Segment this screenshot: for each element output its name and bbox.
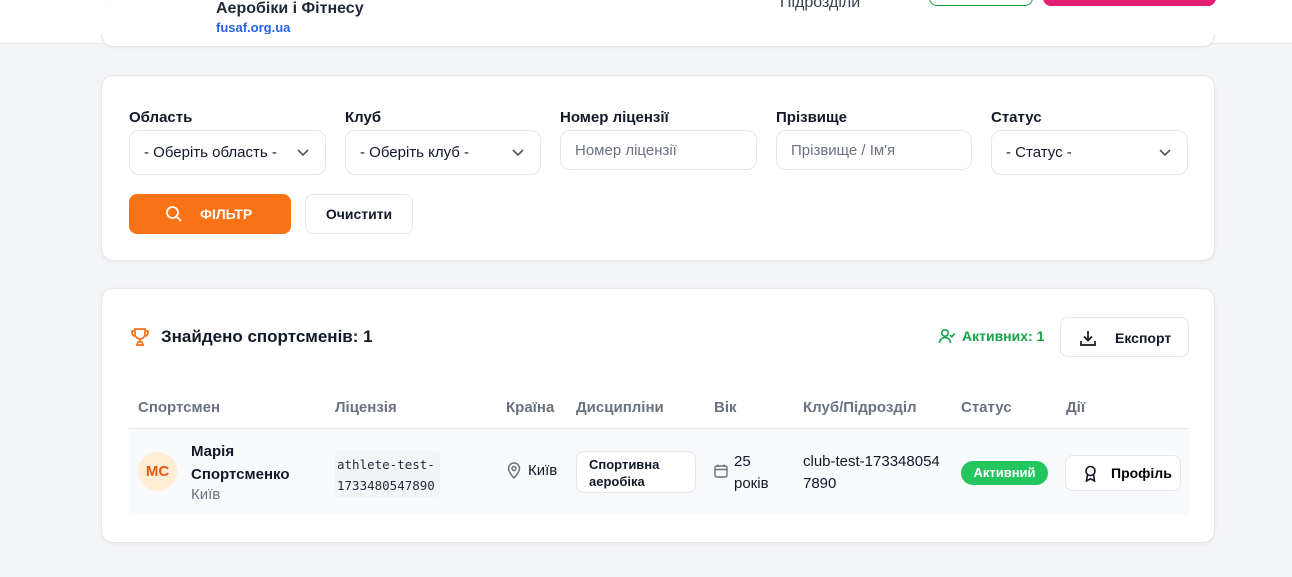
club-value: club-test-1733480547890 <box>803 453 940 492</box>
search-icon <box>166 206 182 222</box>
status-label: Статус <box>991 109 1042 126</box>
license-input[interactable] <box>560 130 757 170</box>
athlete-city: Київ <box>191 486 221 503</box>
status-select[interactable]: - Статус - <box>991 130 1188 175</box>
country-value: Київ <box>528 462 558 479</box>
profile-button-label: Профіль <box>1111 465 1172 481</box>
club-select[interactable]: - Оберіть клуб - <box>345 130 541 175</box>
column-header-club: Клуб/Підрозділ <box>803 399 917 416</box>
chevron-down-icon <box>512 149 524 157</box>
club-label: Клуб <box>345 109 382 126</box>
download-icon <box>1080 331 1096 346</box>
org-url[interactable]: fusaf.org.ua <box>216 20 290 35</box>
table-row: МС Марія Спортсменко Київ athlete-test-1… <box>129 429 1189 515</box>
column-header-athlete: Спортсмен <box>138 399 221 416</box>
filter-button-label: ФІЛЬТР <box>200 206 253 222</box>
header-primary-button[interactable] <box>1043 0 1216 6</box>
license-code: athlete-test-1733480547890 <box>335 451 440 497</box>
map-pin-icon <box>507 462 521 479</box>
column-header-disciplines: Дисципліни <box>576 399 664 416</box>
status-select-value: - Статус - <box>1006 144 1072 161</box>
region-label: Область <box>129 109 193 126</box>
region-select-value: - Оберіть область - <box>144 144 277 161</box>
profile-button[interactable]: Профіль <box>1065 455 1181 491</box>
license-label: Номер ліцензії <box>560 109 669 126</box>
column-header-country: Країна <box>506 399 555 416</box>
surname-label: Прізвище <box>776 109 848 126</box>
status-badge: Активний <box>961 461 1048 485</box>
avatar: МС <box>138 452 177 491</box>
column-header-status: Статус <box>961 399 1012 416</box>
region-select[interactable]: - Оберіть область - <box>129 130 326 175</box>
chevron-down-icon <box>1159 149 1171 157</box>
chevron-down-icon <box>297 149 309 157</box>
user-check-icon <box>938 328 956 344</box>
header-outline-button[interactable] <box>929 0 1033 6</box>
trophy-icon <box>131 328 149 346</box>
column-header-license: Ліцензія <box>335 399 397 416</box>
club-select-value: - Оберіть клуб - <box>360 144 470 161</box>
column-header-actions: Дії <box>1066 399 1086 416</box>
active-count: Активних: 1 <box>938 327 1044 345</box>
discipline-badge: Спортивна аеробіка <box>576 451 696 493</box>
org-name: Аеробіки і Фітнесу <box>216 0 364 17</box>
filter-button[interactable]: ФІЛЬТР <box>129 194 291 234</box>
age-value: 25 років <box>734 453 769 492</box>
active-count-label: Активних: 1 <box>962 328 1045 344</box>
athlete-name: Марія Спортсменко <box>191 443 290 483</box>
found-count-label: Знайдено спортсменів: 1 <box>161 327 373 346</box>
export-button-label: Експорт <box>1115 330 1172 346</box>
country-cell: Київ <box>506 462 557 479</box>
previous-card-edge <box>101 34 1215 47</box>
results-header: Знайдено спортсменів: 1 <box>129 325 373 349</box>
column-header-age: Вік <box>714 399 737 416</box>
clear-button[interactable]: Очистити <box>305 194 413 234</box>
calendar-icon <box>714 464 728 478</box>
surname-input[interactable] <box>776 130 972 170</box>
export-button[interactable]: Експорт <box>1060 317 1189 357</box>
award-icon <box>1085 465 1096 482</box>
logo-icon[interactable] <box>100 0 130 4</box>
nav-item-departments[interactable]: Підрозділи <box>780 0 860 12</box>
filter-panel: Область - Оберіть область - Клуб - Обері… <box>101 75 1215 261</box>
results-panel: Знайдено спортсменів: 1 Активних: 1 Експ… <box>101 288 1215 543</box>
